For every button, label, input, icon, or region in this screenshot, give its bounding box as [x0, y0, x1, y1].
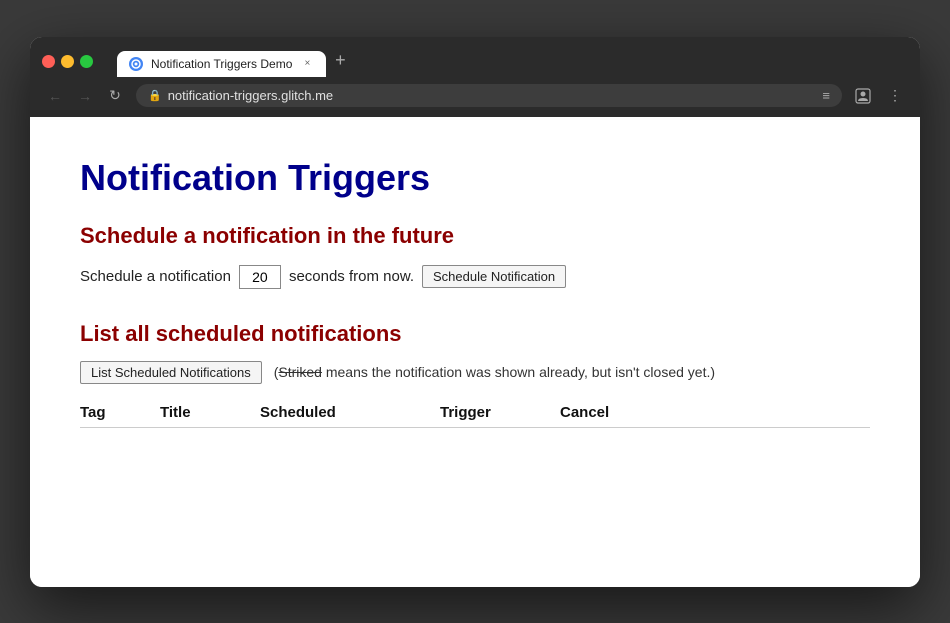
col-scheduled: Scheduled [260, 404, 440, 421]
title-bar: Notification Triggers Demo × + ← → ↻ 🔒 n… [30, 37, 920, 117]
list-scheduled-notifications-button[interactable]: List Scheduled Notifications [80, 361, 262, 384]
active-tab[interactable]: Notification Triggers Demo × [117, 51, 326, 77]
new-tab-button[interactable]: + [326, 47, 354, 75]
url-text: notification-triggers.glitch.me [168, 88, 817, 103]
page-content: Notification Triggers Schedule a notific… [30, 117, 920, 587]
url-bar-right-icon: ≡ [822, 88, 830, 103]
col-trigger: Trigger [440, 404, 560, 421]
profile-icon[interactable] [850, 83, 876, 109]
schedule-notification-button[interactable]: Schedule Notification [422, 265, 566, 288]
table-header: Tag Title Scheduled Trigger Cancel [80, 404, 870, 428]
reload-button[interactable]: ↻ [102, 83, 128, 109]
more-options-icon[interactable]: ⋮ [882, 83, 908, 109]
col-tag: Tag [80, 404, 160, 421]
forward-button[interactable]: → [72, 83, 98, 109]
striked-text: Striked [278, 364, 322, 380]
col-title: Title [160, 404, 260, 421]
title-bar-top: Notification Triggers Demo × + [30, 37, 920, 77]
schedule-row: Schedule a notification seconds from now… [80, 265, 870, 289]
address-bar: ← → ↻ 🔒 notification-triggers.glitch.me … [30, 77, 920, 117]
tab-title-text: Notification Triggers Demo [151, 57, 292, 71]
url-bar[interactable]: 🔒 notification-triggers.glitch.me ≡ [136, 84, 842, 107]
schedule-label-before: Schedule a notification [80, 268, 231, 285]
nav-buttons: ← → ↻ [42, 83, 128, 109]
list-info-text: (Striked means the notification was show… [274, 364, 715, 380]
minimize-traffic-light[interactable] [61, 55, 74, 68]
lock-icon: 🔒 [148, 89, 162, 102]
page-title: Notification Triggers [80, 157, 870, 199]
section2-title: List all scheduled notifications [80, 321, 870, 347]
col-cancel: Cancel [560, 404, 640, 421]
maximize-traffic-light[interactable] [80, 55, 93, 68]
schedule-seconds-input[interactable] [239, 265, 281, 289]
tab-favicon [129, 57, 143, 71]
back-button[interactable]: ← [42, 83, 68, 109]
list-notifications-row: List Scheduled Notifications (Striked me… [80, 361, 870, 384]
tabs-bar: Notification Triggers Demo × + [117, 47, 908, 77]
toolbar-right: ⋮ [850, 83, 908, 109]
section1-title: Schedule a notification in the future [80, 223, 870, 249]
traffic-lights [42, 55, 93, 68]
browser-window: Notification Triggers Demo × + ← → ↻ 🔒 n… [30, 37, 920, 587]
schedule-label-after: seconds from now. [289, 268, 414, 285]
close-traffic-light[interactable] [42, 55, 55, 68]
tab-close-button[interactable]: × [300, 57, 314, 71]
